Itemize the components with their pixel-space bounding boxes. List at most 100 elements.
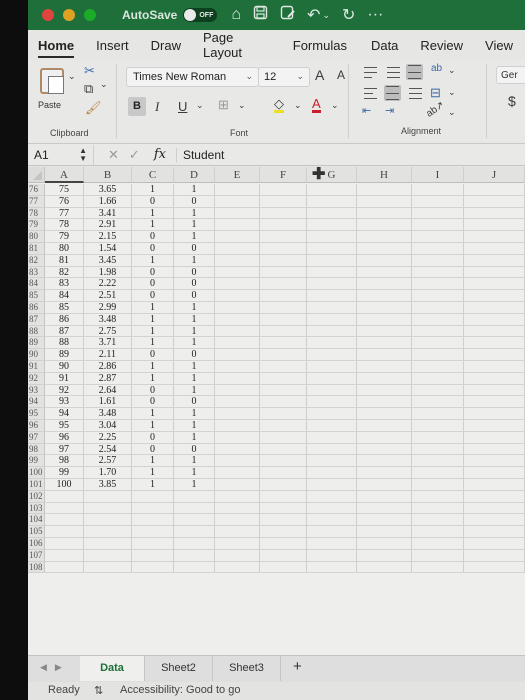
row-header[interactable]: 91: [28, 361, 45, 373]
insert-function-button[interactable]: fx: [154, 147, 166, 162]
cell-d96[interactable]: 1: [174, 420, 215, 432]
cell-h99[interactable]: [357, 455, 412, 468]
decrease-indent-icon[interactable]: ⇤: [362, 106, 371, 117]
cell-i88[interactable]: [412, 325, 464, 338]
format-painter-icon[interactable]: 🖌: [85, 101, 102, 114]
cell-b84[interactable]: 2.22: [84, 278, 132, 291]
cell-i94[interactable]: [412, 396, 464, 409]
cell-h89[interactable]: [357, 337, 412, 350]
cell-j81[interactable]: [464, 243, 525, 255]
row-header[interactable]: 103: [28, 502, 45, 515]
cell-j100[interactable]: [464, 467, 525, 479]
cell-e76[interactable]: [215, 184, 260, 196]
cell-i100[interactable]: [412, 467, 464, 479]
cell-i89[interactable]: [412, 337, 464, 350]
cell-g107[interactable]: [307, 549, 357, 562]
cell-f94[interactable]: [260, 396, 307, 409]
row-header[interactable]: 76: [28, 184, 45, 196]
cell-i90[interactable]: [412, 349, 464, 361]
cell-b78[interactable]: 3.41: [84, 207, 132, 220]
cell-e77[interactable]: [215, 195, 260, 208]
borders-icon[interactable]: ⊞: [218, 98, 229, 111]
cell-e82[interactable]: [215, 254, 260, 267]
cell-b96[interactable]: 3.04: [84, 420, 132, 432]
cell-j108[interactable]: [464, 561, 525, 574]
cell-h101[interactable]: [357, 479, 412, 491]
cell-a81[interactable]: 80: [45, 243, 84, 255]
cell-c86[interactable]: 1: [132, 302, 174, 314]
tab-data[interactable]: Data: [371, 32, 398, 59]
tab-formulas[interactable]: Formulas: [293, 32, 347, 59]
cell-d94[interactable]: 0: [174, 396, 215, 409]
cell-i103[interactable]: [412, 502, 464, 515]
cell-i104[interactable]: [412, 514, 464, 527]
cell-e103[interactable]: [215, 502, 260, 515]
cell-i81[interactable]: [412, 243, 464, 255]
cell-j84[interactable]: [464, 278, 525, 291]
cell-j103[interactable]: [464, 502, 525, 515]
cell-a82[interactable]: 81: [45, 254, 84, 267]
cell-j90[interactable]: [464, 349, 525, 361]
cell-g80[interactable]: [307, 231, 357, 243]
cell-c85[interactable]: 0: [132, 290, 174, 302]
cell-d83[interactable]: 0: [174, 266, 215, 279]
cell-g83[interactable]: [307, 266, 357, 279]
row-header[interactable]: 101: [28, 479, 45, 491]
cell-e87[interactable]: [215, 313, 260, 326]
cell-e92[interactable]: [215, 372, 260, 385]
italic-button[interactable]: I: [155, 100, 159, 113]
cell-e79[interactable]: [215, 219, 260, 232]
cell-d99[interactable]: 1: [174, 455, 215, 468]
cell-c89[interactable]: 1: [132, 337, 174, 350]
cell-f87[interactable]: [260, 313, 307, 326]
cell-f101[interactable]: [260, 479, 307, 491]
cell-e84[interactable]: [215, 278, 260, 291]
cell-j89[interactable]: [464, 337, 525, 350]
cell-h86[interactable]: [357, 302, 412, 314]
cell-h100[interactable]: [357, 467, 412, 479]
cell-f97[interactable]: [260, 431, 307, 444]
row-header[interactable]: 89: [28, 337, 45, 350]
cell-g103[interactable]: [307, 502, 357, 515]
cell-e94[interactable]: [215, 396, 260, 409]
cell-h103[interactable]: [357, 502, 412, 515]
cell-b83[interactable]: 1.98: [84, 266, 132, 279]
column-header-b[interactable]: B: [84, 167, 132, 183]
cell-b85[interactable]: 2.51: [84, 290, 132, 302]
tab-home[interactable]: Home: [38, 32, 75, 59]
column-header-j[interactable]: J: [464, 167, 525, 183]
cell-i105[interactable]: [412, 526, 464, 538]
cell-f89[interactable]: [260, 337, 307, 350]
cell-b102[interactable]: [84, 490, 132, 503]
cell-f103[interactable]: [260, 502, 307, 515]
cell-h85[interactable]: [357, 290, 412, 302]
cell-a78[interactable]: 77: [45, 207, 84, 220]
cell-g104[interactable]: [307, 514, 357, 527]
cell-b107[interactable]: [84, 549, 132, 562]
cell-f108[interactable]: [260, 561, 307, 574]
cell-g96[interactable]: [307, 420, 357, 432]
cell-i97[interactable]: [412, 431, 464, 444]
cell-g92[interactable]: [307, 372, 357, 385]
cell-c77[interactable]: 0: [132, 195, 174, 208]
cell-j85[interactable]: [464, 290, 525, 302]
cell-e86[interactable]: [215, 302, 260, 314]
cell-g85[interactable]: [307, 290, 357, 302]
cell-c108[interactable]: [132, 561, 174, 574]
cell-d105[interactable]: [174, 526, 215, 538]
cell-j99[interactable]: [464, 455, 525, 468]
cell-d84[interactable]: 0: [174, 278, 215, 291]
cell-d104[interactable]: [174, 514, 215, 527]
cell-e108[interactable]: [215, 561, 260, 574]
cell-b97[interactable]: 2.25: [84, 431, 132, 444]
cell-j86[interactable]: [464, 302, 525, 314]
cell-e83[interactable]: [215, 266, 260, 279]
cell-a96[interactable]: 95: [45, 420, 84, 432]
cell-d95[interactable]: 1: [174, 408, 215, 420]
cell-f86[interactable]: [260, 302, 307, 314]
cell-c81[interactable]: 0: [132, 243, 174, 255]
merge-dropdown-icon[interactable]: ⌄: [448, 88, 456, 97]
cell-j77[interactable]: [464, 195, 525, 208]
cell-d92[interactable]: 1: [174, 372, 215, 385]
cell-b89[interactable]: 3.71: [84, 337, 132, 350]
